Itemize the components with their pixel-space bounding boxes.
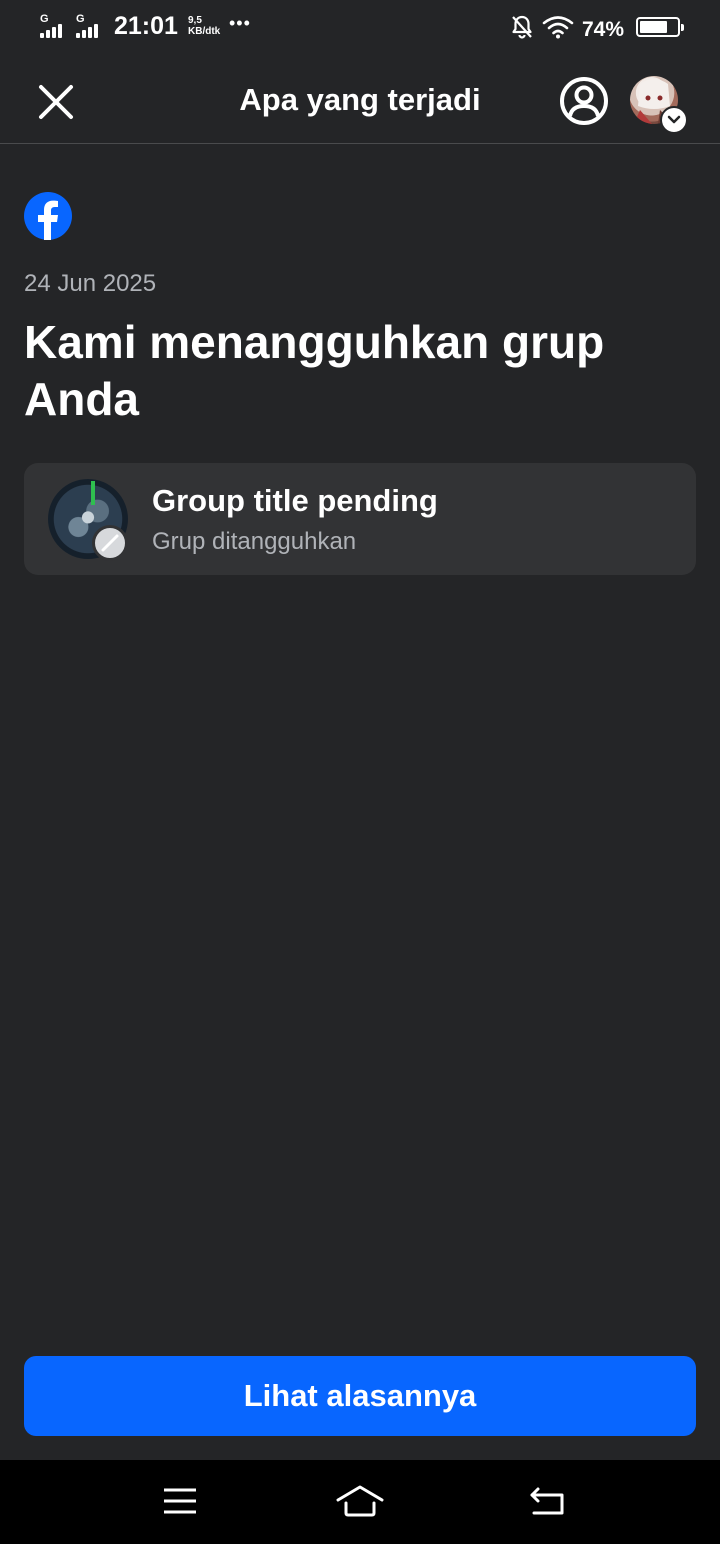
top-app-bar: Apa yang terjadi — [0, 56, 720, 144]
more-notifications-icon: ••• — [229, 13, 251, 33]
notice-date: 24 Jun 2025 — [24, 270, 157, 297]
status-right: 74% — [510, 14, 624, 45]
net-speed-unit: KB/dtk — [188, 26, 221, 37]
wifi-icon — [542, 15, 574, 44]
nav-menu-button[interactable] — [150, 1478, 210, 1528]
facebook-logo-icon — [24, 192, 72, 240]
nav-home-button[interactable] — [330, 1478, 390, 1528]
profile-button[interactable] — [558, 75, 610, 127]
see-reason-button[interactable]: Lihat alasannya — [24, 1356, 696, 1436]
signal-icon-sim1: G — [40, 14, 72, 40]
net-speed-value: 9,5 — [188, 15, 202, 26]
battery-percent: 74% — [581, 17, 624, 41]
battery-icon — [636, 17, 684, 37]
account-switcher-button[interactable] — [630, 76, 688, 134]
group-status: Grup ditangguhkan — [152, 528, 357, 555]
suspended-group-card[interactable]: Group title pending Grup ditangguhkan — [24, 463, 696, 575]
notice-headline: Kami menangguhkan grup Anda — [24, 316, 605, 425]
page-title: Apa yang terjadi — [239, 82, 481, 117]
ban-icon — [92, 525, 128, 561]
group-title: Group title pending — [152, 483, 438, 518]
status-bar: G G 21:01 9,5 KB/dtk ••• 74% — [0, 0, 720, 56]
nav-back-button[interactable] — [518, 1478, 578, 1528]
chevron-down-icon — [660, 106, 688, 134]
battery-level-fill — [640, 21, 667, 33]
menu-icon — [162, 1486, 198, 1521]
signal-icon-sim2: G — [76, 14, 108, 40]
back-icon — [528, 1485, 568, 1522]
net-speed: 9,5 KB/dtk — [188, 15, 230, 37]
bell-muted-icon — [510, 14, 534, 45]
system-nav-bar — [0, 1460, 720, 1544]
user-circle-icon — [558, 77, 610, 131]
status-time: 21:01 — [114, 12, 178, 40]
home-icon — [335, 1483, 385, 1524]
